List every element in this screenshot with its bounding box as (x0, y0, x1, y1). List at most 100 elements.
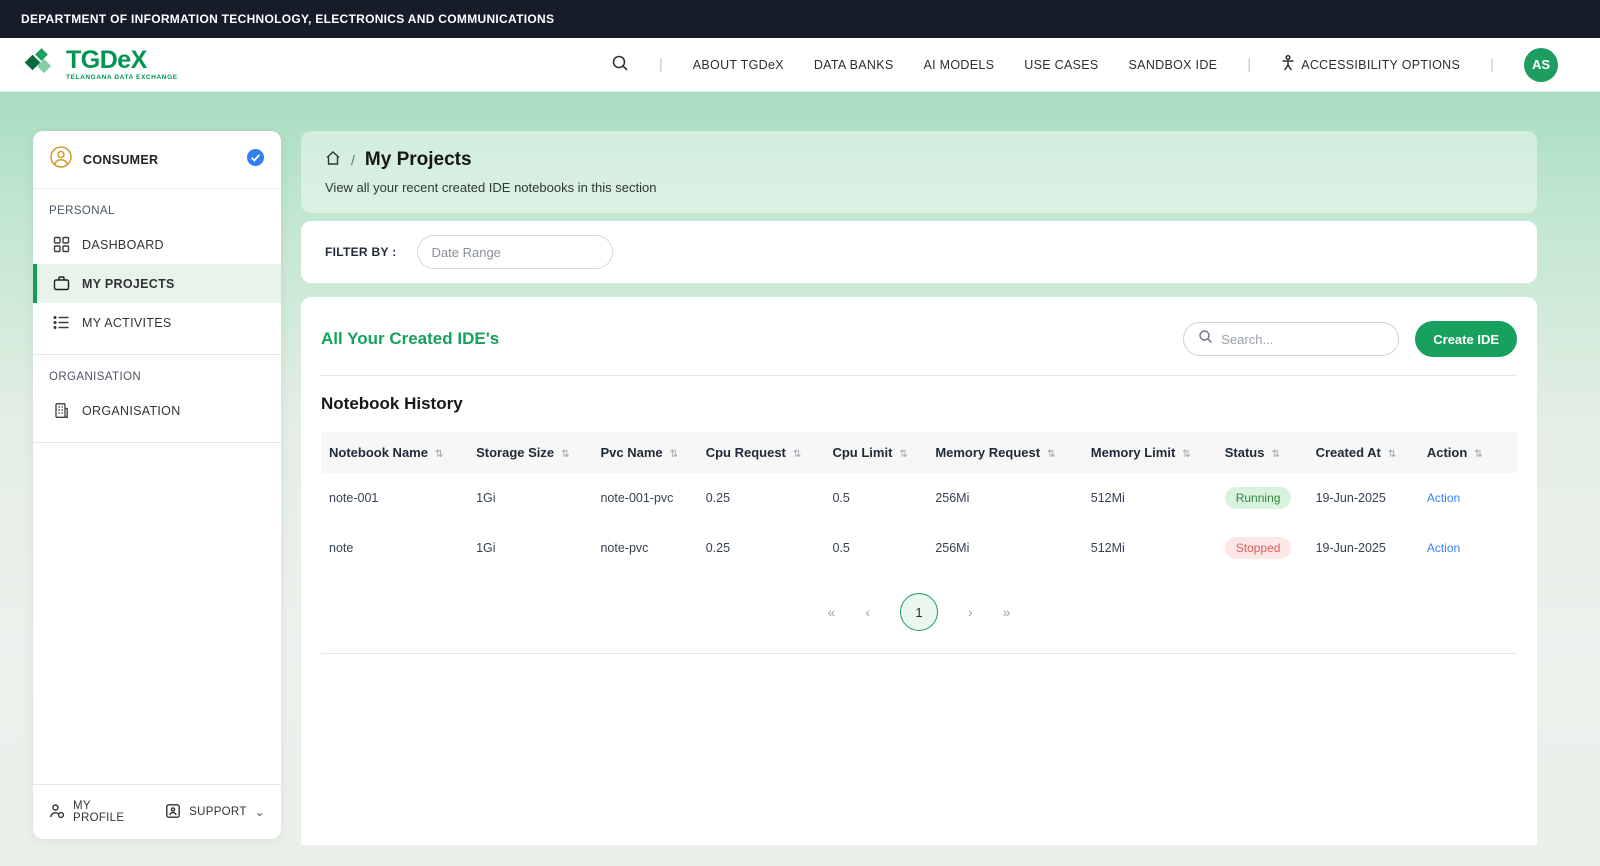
column-header-memory-request[interactable]: Memory Request⇅ (927, 432, 1082, 473)
sort-icon[interactable]: ⇅ (1388, 449, 1396, 460)
sort-icon[interactable]: ⇅ (1271, 449, 1279, 460)
status-badge: Running (1225, 487, 1292, 509)
support-icon (165, 803, 181, 822)
personal-section-title: PERSONAL (33, 189, 281, 225)
verified-badge-icon (246, 148, 265, 172)
action-link[interactable]: Action (1427, 541, 1460, 555)
list-icon (53, 314, 70, 331)
sidebar-item-my-projects[interactable]: MY PROJECTS (33, 264, 281, 303)
tgdex-logo[interactable]: TGDeX TELANGANA DATA EXCHANGE (24, 48, 178, 82)
search-button[interactable] (611, 54, 629, 75)
date-range-input[interactable] (417, 235, 613, 269)
sort-icon[interactable]: ⇅ (1474, 449, 1482, 460)
pagination-prev-button[interactable]: ‹ (865, 604, 870, 620)
cell-cpu-request: 0.25 (698, 523, 825, 573)
support-button[interactable]: SUPPORT ⌄ (165, 803, 265, 822)
my-profile-button[interactable]: MY PROFILE (49, 800, 139, 824)
sidebar-item-dashboard[interactable]: DASHBOARD (33, 225, 281, 264)
status-badge: Stopped (1225, 537, 1292, 559)
cell-storage-size: 1Gi (468, 473, 592, 523)
sort-icon[interactable]: ⇅ (435, 449, 443, 460)
sidebar-item-label: ORGANISATION (82, 404, 181, 418)
column-header-notebook-name[interactable]: Notebook Name⇅ (321, 432, 468, 473)
pagination: « ‹ 1 › » (321, 593, 1517, 631)
ide-search-input[interactable] (1221, 332, 1397, 347)
pagination-first-button[interactable]: « (828, 604, 836, 620)
nav-item-data-banks[interactable]: DATA BANKS (814, 58, 894, 72)
logo-tagline: TELANGANA DATA EXCHANGE (66, 75, 178, 82)
nav-item-sandbox-ide[interactable]: SANDBOX IDE (1129, 58, 1218, 72)
sort-icon[interactable]: ⇅ (1182, 449, 1190, 460)
accessibility-icon (1281, 55, 1295, 74)
table-row: note-001 1Gi note-001-pvc 0.25 0.5 256Mi… (321, 473, 1517, 523)
ide-section-title: All Your Created IDE's (321, 329, 499, 349)
breadcrumb: / My Projects (325, 149, 1513, 171)
cell-pvc-name: note-001-pvc (592, 473, 697, 523)
main-header: TGDeX TELANGANA DATA EXCHANGE | ABOUT TG… (0, 38, 1600, 91)
consumer-person-icon (49, 145, 73, 174)
cell-notebook-name: note (321, 523, 468, 573)
consumer-role-label: CONSUMER (83, 153, 158, 167)
sort-icon[interactable]: ⇅ (670, 449, 678, 460)
ide-list-card: All Your Created IDE's Create IDE Notebo… (301, 297, 1537, 845)
section-divider (321, 375, 1517, 376)
sort-icon[interactable]: ⇅ (1047, 449, 1055, 460)
department-banner: DEPARTMENT OF INFORMATION TECHNOLOGY, EL… (0, 0, 1600, 38)
nav-item-about-tgdex[interactable]: ABOUT TGDeX (693, 58, 784, 72)
column-header-status[interactable]: Status⇅ (1217, 432, 1308, 473)
user-avatar[interactable]: AS (1524, 48, 1558, 82)
cell-storage-size: 1Gi (468, 523, 592, 573)
home-icon[interactable] (325, 150, 341, 171)
cell-memory-request: 256Mi (927, 523, 1082, 573)
sidebar-item-organisation[interactable]: ORGANISATION (33, 391, 281, 430)
column-header-created-at[interactable]: Created At⇅ (1308, 432, 1419, 473)
column-header-pvc-name[interactable]: Pvc Name⇅ (592, 432, 697, 473)
column-header-storage-size[interactable]: Storage Size⇅ (468, 432, 592, 473)
column-header-cpu-limit[interactable]: Cpu Limit⇅ (824, 432, 927, 473)
sidebar-divider (33, 442, 281, 443)
notebook-history-title: Notebook History (321, 394, 1517, 414)
nav-item-ai-models[interactable]: AI MODELS (924, 58, 995, 72)
create-ide-button[interactable]: Create IDE (1415, 321, 1517, 357)
building-icon (53, 402, 70, 419)
main-content: / My Projects View all your recent creat… (301, 131, 1537, 845)
support-label: SUPPORT (189, 806, 246, 818)
pagination-current-page[interactable]: 1 (900, 593, 938, 631)
cell-cpu-limit: 0.5 (824, 473, 927, 523)
page-title: My Projects (365, 149, 472, 171)
sort-icon[interactable]: ⇅ (793, 449, 801, 460)
profile-person-icon (49, 803, 65, 822)
pagination-next-button[interactable]: › (968, 604, 973, 620)
breadcrumb-separator: / (351, 152, 355, 168)
page-header-panel: / My Projects View all your recent creat… (301, 131, 1537, 213)
dashboard-grid-icon (53, 236, 70, 253)
cell-cpu-limit: 0.5 (824, 523, 927, 573)
bottom-divider (321, 653, 1517, 654)
sidebar-footer: MY PROFILE SUPPORT ⌄ (33, 784, 281, 839)
nav-item-use-cases[interactable]: USE CASES (1024, 58, 1098, 72)
my-profile-label: MY PROFILE (73, 800, 139, 824)
cell-cpu-request: 0.25 (698, 473, 825, 523)
briefcase-icon (53, 275, 70, 292)
sidebar-item-my-activities[interactable]: MY ACTIVITES (33, 303, 281, 342)
search-icon (611, 54, 629, 75)
ide-search-box[interactable] (1183, 322, 1399, 356)
sort-icon[interactable]: ⇅ (899, 449, 907, 460)
cell-notebook-name: note-001 (321, 473, 468, 523)
nav-separator: | (1490, 56, 1494, 73)
notebook-table: Notebook Name⇅ Storage Size⇅ Pvc Name⇅ C… (321, 432, 1517, 573)
consumer-role-row[interactable]: CONSUMER (33, 131, 281, 189)
cell-created-at: 19-Jun-2025 (1308, 523, 1419, 573)
column-header-cpu-request[interactable]: Cpu Request⇅ (698, 432, 825, 473)
department-banner-text: DEPARTMENT OF INFORMATION TECHNOLOGY, EL… (21, 12, 554, 26)
accessibility-options-button[interactable]: ACCESSIBILITY OPTIONS (1281, 55, 1460, 74)
pagination-last-button[interactable]: » (1003, 604, 1011, 620)
column-header-memory-limit[interactable]: Memory Limit⇅ (1083, 432, 1217, 473)
sort-icon[interactable]: ⇅ (561, 449, 569, 460)
action-link[interactable]: Action (1427, 491, 1460, 505)
table-header-row: Notebook Name⇅ Storage Size⇅ Pvc Name⇅ C… (321, 432, 1517, 473)
column-header-action[interactable]: Action⇅ (1419, 432, 1517, 473)
logo-text: TGDeX (66, 48, 178, 73)
table-row: note 1Gi note-pvc 0.25 0.5 256Mi 512Mi S… (321, 523, 1517, 573)
cell-memory-limit: 512Mi (1083, 523, 1217, 573)
